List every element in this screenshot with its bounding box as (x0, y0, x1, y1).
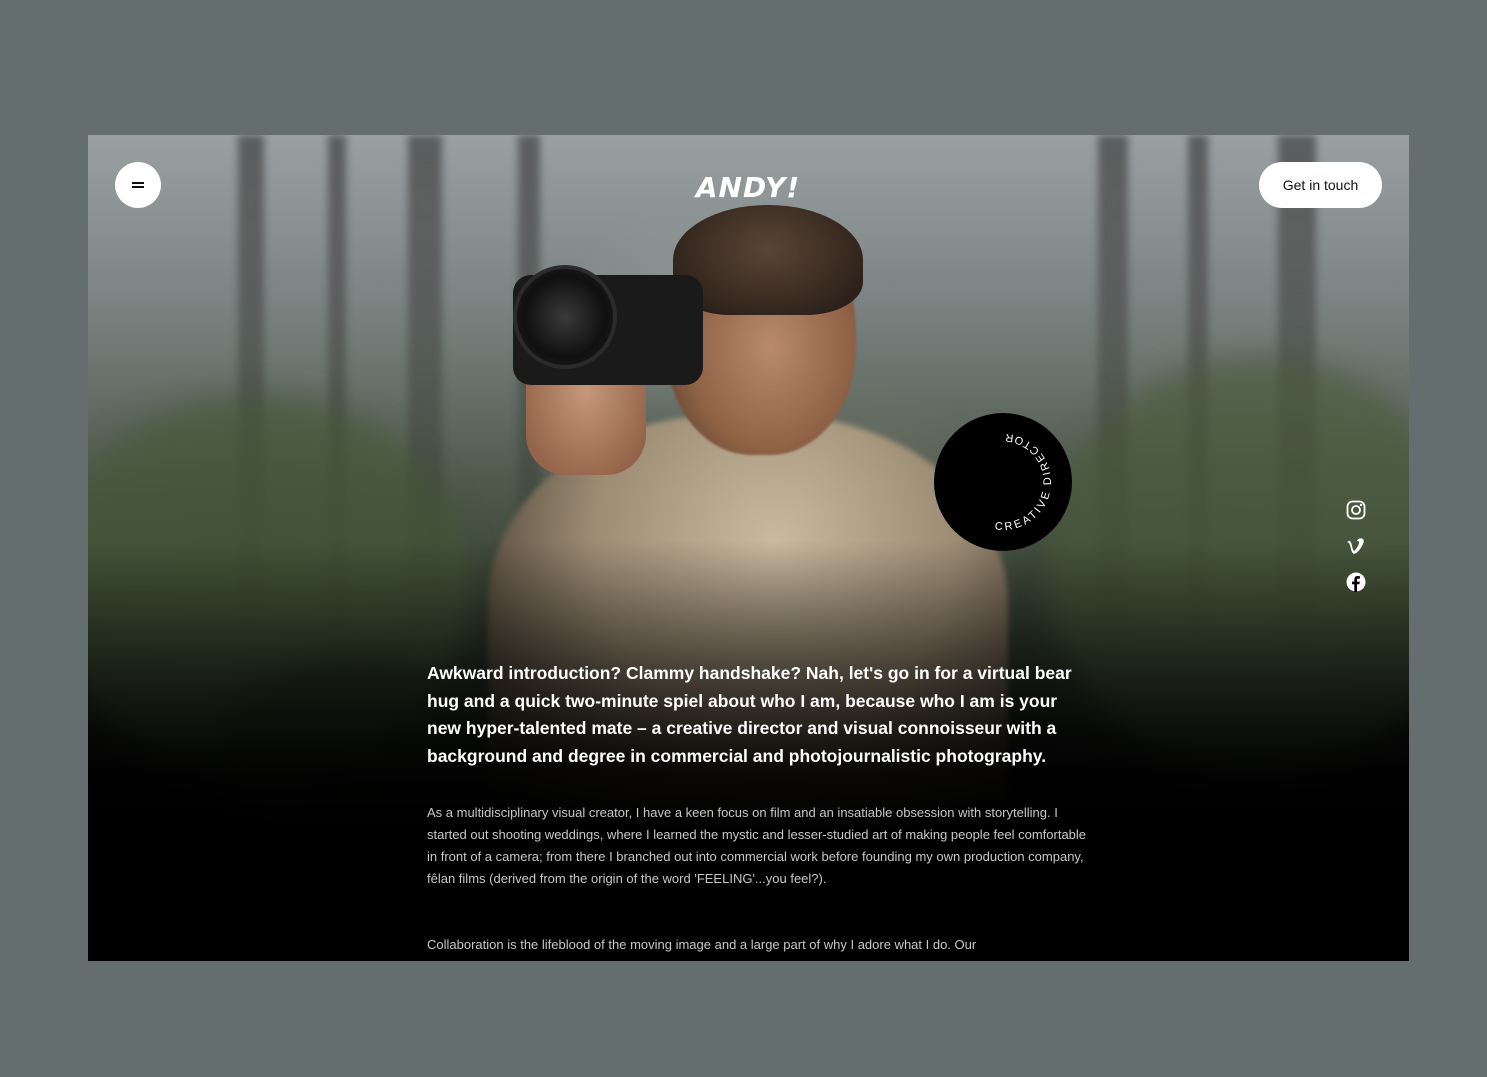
hero-frame: ANDY! Get in touch CREATIVE DIRECTOR Awk… (88, 135, 1409, 961)
hamburger-icon (132, 181, 144, 189)
body-paragraph-2: Collaboration is the lifeblood of the mo… (427, 937, 977, 952)
get-in-touch-button[interactable]: Get in touch (1259, 162, 1382, 208)
camera-lens (513, 265, 617, 369)
badge-circular-text: CREATIVE DIRECTOR (994, 431, 1054, 534)
body-paragraph-1: As a multidisciplinary visual creator, I… (427, 805, 1087, 886)
vimeo-link[interactable] (1345, 535, 1367, 557)
instagram-link[interactable] (1345, 499, 1367, 521)
vimeo-icon (1347, 538, 1364, 554)
facebook-link[interactable] (1345, 571, 1367, 593)
instagram-icon (1346, 500, 1366, 520)
social-links (1344, 499, 1368, 593)
logo[interactable]: ANDY! (648, 171, 848, 204)
badge-label: CREATIVE DIRECTOR (994, 431, 1054, 534)
creative-director-badge: CREATIVE DIRECTOR (934, 413, 1072, 551)
menu-button[interactable] (115, 162, 161, 208)
intro-text: Awkward introduction? Clammy handshake? … (427, 663, 1072, 766)
facebook-icon (1346, 572, 1366, 592)
